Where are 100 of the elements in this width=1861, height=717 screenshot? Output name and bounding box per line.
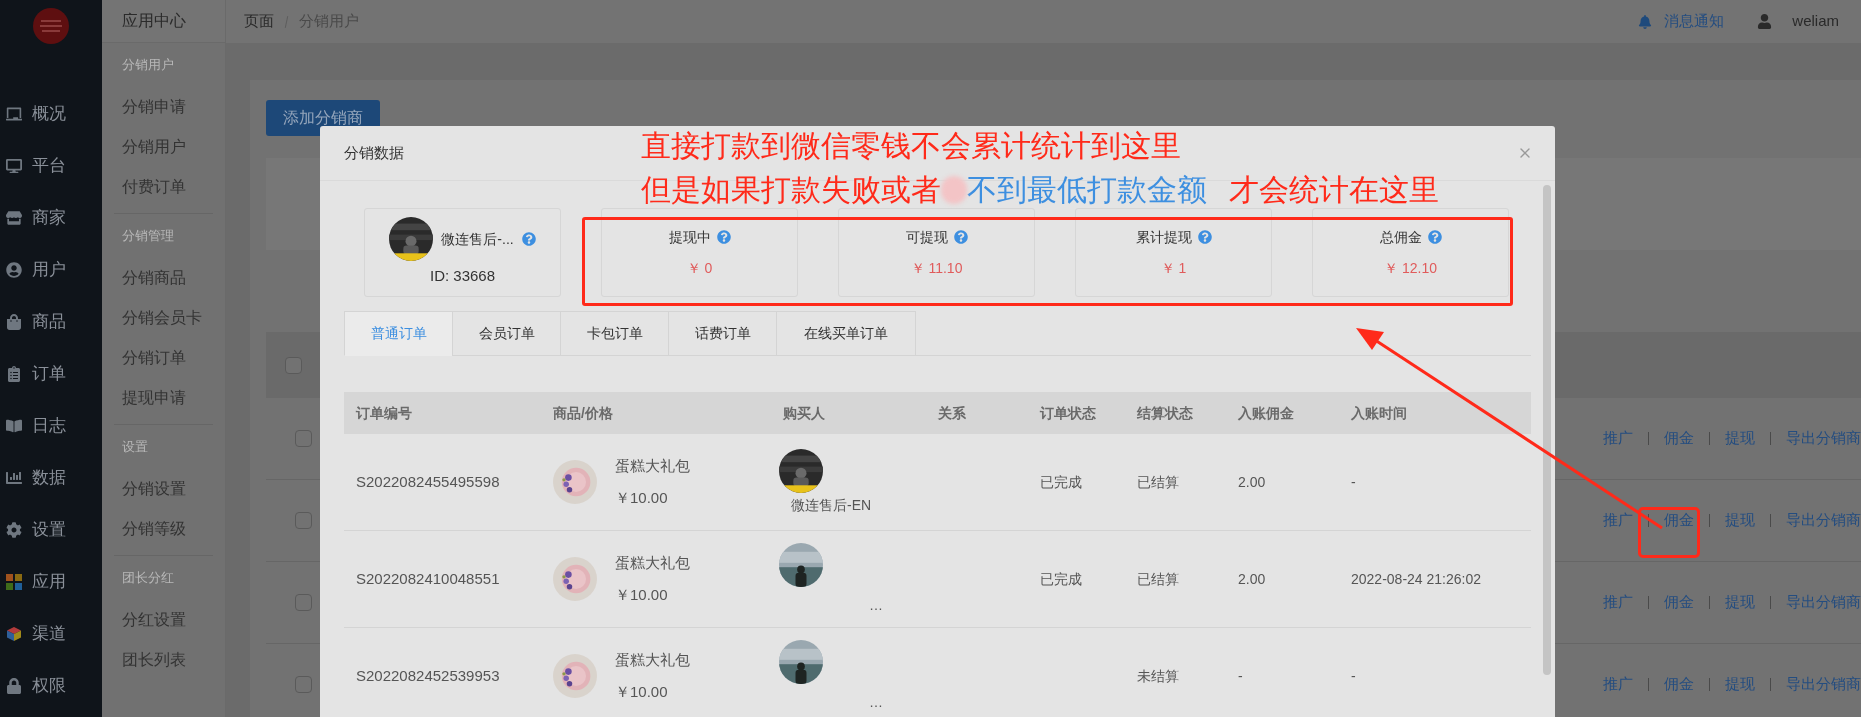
product-name: 蛋糕大礼包 <box>615 649 690 670</box>
action-link[interactable]: 提现 <box>1725 427 1755 450</box>
bell-icon[interactable] <box>1638 14 1653 29</box>
breadcrumb-link[interactable]: 页面 <box>244 10 274 33</box>
action-link[interactable]: 提现 <box>1725 509 1755 532</box>
stat-value: ￥ 0 <box>686 258 713 278</box>
buyer-name: … <box>869 692 883 712</box>
action-link[interactable]: 导出分销商 <box>1786 427 1861 450</box>
column-header: 购买人 <box>783 405 825 421</box>
action-link[interactable]: 推广 <box>1603 673 1633 696</box>
nav-item[interactable]: 数据 <box>0 452 102 504</box>
nav-item[interactable]: 渠道 <box>0 608 102 660</box>
help-icon[interactable] <box>1427 230 1442 244</box>
username[interactable]: weliam <box>1792 10 1839 33</box>
store-icon <box>6 210 22 226</box>
table-cell: - <box>1238 667 1243 684</box>
notifications-link[interactable]: 消息通知 <box>1664 10 1725 33</box>
nav-item[interactable]: 权限 <box>0 660 102 712</box>
table-cell: S2022082410048551 <box>356 569 500 587</box>
scrollbar[interactable] <box>1543 185 1551 675</box>
column-header: 商品/价格 <box>553 405 613 421</box>
sub-nav-item[interactable]: 付费订单 <box>114 167 213 207</box>
action-link[interactable]: 佣金 <box>1664 427 1694 450</box>
sub-nav-item[interactable]: 分销用户 <box>114 127 213 167</box>
nav-item[interactable]: 商品 <box>0 296 102 348</box>
nav-item[interactable]: 概况 <box>0 88 102 140</box>
nav-item[interactable]: 订单 <box>0 348 102 400</box>
sub-nav-item[interactable]: 分销会员卡 <box>114 298 213 338</box>
sub-nav-item[interactable]: 分销商品 <box>114 258 213 298</box>
tab[interactable]: 在线买单订单 <box>776 311 916 356</box>
stat-value: ￥ 11.10 <box>910 258 963 278</box>
grid-icon <box>6 574 22 590</box>
stat-label: 提现中 <box>668 227 711 247</box>
annotation-text: 不到最低打款金额 <box>967 172 1207 208</box>
checkbox[interactable] <box>295 594 312 611</box>
product-price: ￥10.00 <box>615 585 669 605</box>
user-icon[interactable] <box>1757 14 1773 29</box>
sub-nav-item[interactable]: 分销等级 <box>114 509 213 549</box>
help-icon[interactable] <box>1197 230 1212 244</box>
user-icon <box>6 262 22 278</box>
action-link[interactable]: 佣金 <box>1664 509 1694 532</box>
table-cell: S2022082455495598 <box>356 472 500 490</box>
checkbox[interactable] <box>295 430 312 447</box>
nav-item[interactable]: 应用 <box>0 556 102 608</box>
sub-nav-item[interactable]: 分销订单 <box>114 338 213 378</box>
table-cell: 2.00 <box>1238 570 1266 587</box>
stat-label: 总佣金 <box>1379 227 1422 247</box>
table-cell: S2022082452539953 <box>356 666 500 684</box>
help-icon[interactable] <box>521 232 536 247</box>
column-header: 入账佣金 <box>1238 405 1294 421</box>
action-link[interactable]: 导出分销商 <box>1786 673 1861 696</box>
table-cell: - <box>1351 667 1356 684</box>
tab[interactable]: 会员订单 <box>452 311 561 356</box>
table-cell: 2022-08-24 21:26:02 <box>1351 570 1481 587</box>
group-heading: 设置 <box>121 438 149 457</box>
nav-item[interactable]: 平台 <box>0 140 102 192</box>
nav-item[interactable]: 用户 <box>0 244 102 296</box>
checkbox[interactable] <box>285 356 302 374</box>
book-icon <box>6 418 22 434</box>
help-icon[interactable] <box>716 230 731 244</box>
table-cell: 已完成 <box>1040 473 1082 490</box>
stat-label: 累计提现 <box>1135 227 1192 247</box>
sub-nav-item[interactable]: 提现申请 <box>114 378 213 418</box>
nav-item[interactable]: 日志 <box>0 400 102 452</box>
tab[interactable]: 普通订单 <box>344 311 453 356</box>
column-header: 订单状态 <box>1040 405 1096 421</box>
action-link[interactable]: 推广 <box>1603 591 1633 614</box>
product-name: 蛋糕大礼包 <box>615 552 690 573</box>
action-link[interactable]: 佣金 <box>1664 591 1694 614</box>
sub-nav-item[interactable]: 分销申请 <box>114 87 213 127</box>
sub-nav-item[interactable]: 团长列表 <box>114 640 213 680</box>
annotation-text: 直接打款到微信零钱不会累计统计到这里 <box>641 128 1181 164</box>
monitor-icon <box>6 158 22 174</box>
group-heading: 分销管理 <box>121 227 175 246</box>
user-id: ID: 33668 <box>429 266 495 287</box>
product-price: ￥10.00 <box>615 682 669 702</box>
help-icon[interactable] <box>953 230 968 244</box>
buyer-name: 微连售后-EN <box>791 495 872 515</box>
stat-label: 可提现 <box>905 227 948 247</box>
checkbox[interactable] <box>295 676 312 693</box>
checkbox[interactable] <box>295 512 312 529</box>
action-link[interactable]: 佣金 <box>1664 673 1694 696</box>
modal-title: 分销数据 <box>344 142 404 163</box>
table-cell: 已结算 <box>1137 570 1179 587</box>
group-heading: 分销用户 <box>121 56 175 75</box>
sub-nav-item[interactable]: 分红设置 <box>114 600 213 640</box>
action-link[interactable]: 导出分销商 <box>1786 591 1861 614</box>
nav-item[interactable]: 商家 <box>0 192 102 244</box>
annotation-text: 才会统计在这里 <box>1229 172 1439 208</box>
nav-item[interactable]: 设置 <box>0 504 102 556</box>
action-link[interactable]: 提现 <box>1725 591 1755 614</box>
action-link[interactable]: 推广 <box>1603 509 1633 532</box>
action-link[interactable]: 提现 <box>1725 673 1755 696</box>
sub-nav-item[interactable]: 分销设置 <box>114 469 213 509</box>
table-cell: 已完成 <box>1040 570 1082 587</box>
action-link[interactable]: 推广 <box>1603 427 1633 450</box>
bar-chart-icon <box>6 470 22 486</box>
action-link[interactable]: 导出分销商 <box>1786 509 1861 532</box>
lock-icon <box>6 678 22 694</box>
user-name: 微连售后-... <box>441 229 514 249</box>
